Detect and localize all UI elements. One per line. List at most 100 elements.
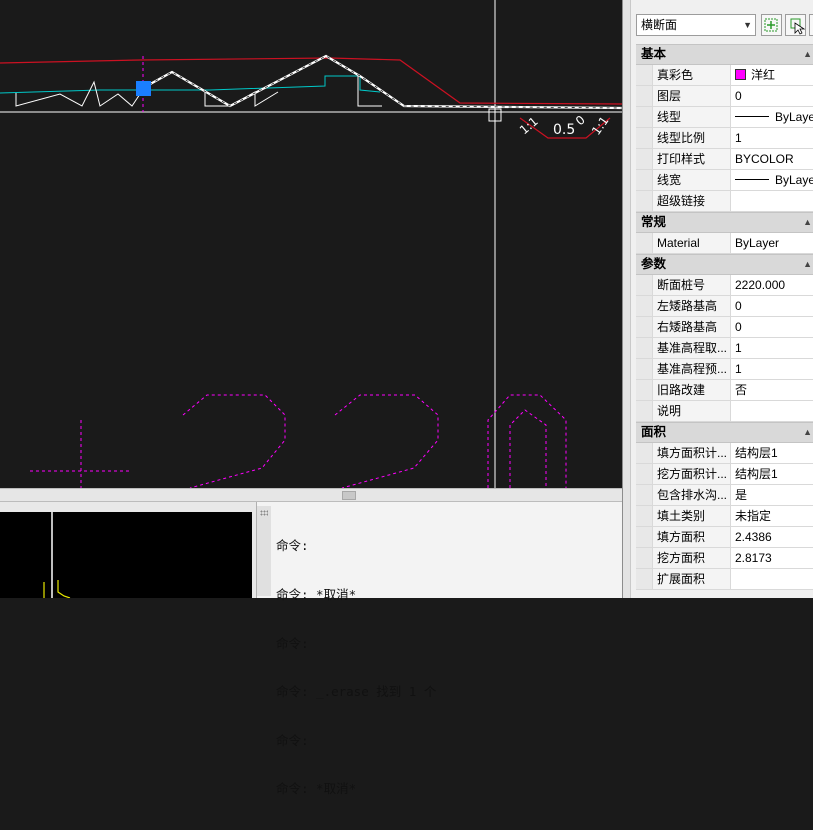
drawing-svg[interactable]: 1:1 0.5 0 1:1 2220 [0, 0, 622, 488]
property-row[interactable]: 超级链接 [636, 191, 813, 212]
property-row[interactable]: 线宽 ByLayer [636, 170, 813, 191]
slope-label-right: 1:1 [589, 114, 612, 138]
property-name: 基准高程取... [653, 338, 731, 358]
line-sample-icon [735, 179, 769, 180]
property-row[interactable]: 断面桩号 2220.000 [636, 275, 813, 296]
property-value[interactable]: 2.4386 [731, 527, 813, 547]
property-name: 挖方面积计... [653, 464, 731, 484]
mini-viewport[interactable] [0, 512, 252, 598]
command-line: 命令: [276, 732, 309, 748]
property-name: 图层 [653, 86, 731, 106]
property-value[interactable]: 结构层1 [731, 443, 813, 463]
property-value[interactable]: 2220.000 [731, 275, 813, 295]
property-value[interactable]: 2.8173 [731, 548, 813, 568]
collapse-icon[interactable]: ▲ [803, 255, 812, 274]
property-value[interactable]: 0 [731, 296, 813, 316]
property-value[interactable]: BYCOLOR [731, 149, 813, 169]
chevron-down-icon: ▼ [743, 20, 752, 30]
property-name: 填方面积计... [653, 443, 731, 463]
linetype-value: ByLayer [775, 110, 813, 124]
property-value[interactable]: 0 [731, 317, 813, 337]
section-basic[interactable]: 基本 ▲ [636, 44, 813, 65]
property-name: 填土类别 [653, 506, 731, 526]
big-digits-2220 [30, 394, 567, 488]
property-name: 说明 [653, 401, 731, 421]
property-name: Material [653, 233, 731, 253]
property-value-lineweight[interactable]: ByLayer [731, 170, 813, 190]
collapse-icon[interactable]: ▲ [803, 213, 812, 232]
section-parameters[interactable]: 参数 ▲ [636, 254, 813, 275]
splitter-grip[interactable] [342, 491, 356, 500]
section-title: 基本 [641, 47, 667, 61]
property-row[interactable]: 线型比例 1 [636, 128, 813, 149]
property-row[interactable]: Material ByLayer [636, 233, 813, 254]
property-value[interactable]: 是 [731, 485, 813, 505]
toggle-pickadd-button[interactable] [809, 14, 813, 36]
property-name: 线型 [653, 107, 731, 127]
property-name: 填方面积 [653, 527, 731, 547]
property-row[interactable]: 真彩色 洋红 [636, 65, 813, 86]
property-row[interactable]: 右矮路基高 0 [636, 317, 813, 338]
property-row[interactable]: 填土类别 未指定 [636, 506, 813, 527]
cyan-ground-line [0, 75, 381, 94]
property-row[interactable]: 左矮路基高 0 [636, 296, 813, 317]
splitter-bar[interactable] [0, 488, 622, 502]
property-grid: 基本▲ 真彩色洋红 图层0 线型ByLayer 线型比例1 打印样式BYCOLO… [636, 44, 813, 590]
property-name: 左矮路基高 [653, 296, 731, 316]
property-name: 线宽 [653, 170, 731, 190]
line-sample-icon [735, 116, 769, 117]
property-value[interactable]: 1 [731, 338, 813, 358]
property-row[interactable]: 填方面积计... 结构层1 [636, 443, 813, 464]
property-name: 基准高程预... [653, 359, 731, 379]
command-line: 命令: _.erase 找到 1 个 [276, 684, 437, 700]
property-row[interactable]: 包含排水沟... 是 [636, 485, 813, 506]
collapse-icon[interactable]: ▲ [803, 423, 812, 442]
property-value[interactable] [731, 569, 813, 589]
property-row[interactable]: 打印样式 BYCOLOR [636, 149, 813, 170]
object-type-value: 横断面 [641, 18, 678, 32]
select-objects-icon [790, 18, 806, 35]
mini-viewport-svg [43, 512, 71, 598]
property-value-color[interactable]: 洋红 [731, 65, 813, 85]
property-row[interactable]: 基准高程预... 1 [636, 359, 813, 380]
property-row[interactable]: 线型 ByLayer [636, 107, 813, 128]
command-history: 命令: 命令: *取消* 命令: 命令: _.erase 找到 1 个 命令: … [276, 506, 621, 830]
property-value[interactable]: 未指定 [731, 506, 813, 526]
property-row[interactable]: 扩展面积 [636, 569, 813, 590]
select-objects-button[interactable] [785, 14, 806, 36]
selected-polyline[interactable] [142, 54, 622, 110]
panel-edge-strip [623, 0, 631, 598]
command-grip[interactable] [257, 506, 271, 596]
property-row[interactable]: 填方面积 2.4386 [636, 527, 813, 548]
property-row[interactable]: 图层 0 [636, 86, 813, 107]
command-window[interactable]: 命令: 命令: *取消* 命令: 命令: _.erase 找到 1 个 命令: … [256, 502, 622, 796]
property-row[interactable]: 基准高程取... 1 [636, 338, 813, 359]
property-value[interactable] [731, 191, 813, 211]
properties-panel: 横断面 ▼ 基本▲ 真彩色洋红 图层0 线型ByLayer 线型比例1 打印样式… [622, 0, 813, 598]
property-name: 旧路改建 [653, 380, 731, 400]
property-value[interactable]: ByLayer [731, 233, 813, 253]
property-value[interactable]: 结构层1 [731, 464, 813, 484]
property-row[interactable]: 挖方面积计... 结构层1 [636, 464, 813, 485]
property-name: 右矮路基高 [653, 317, 731, 337]
property-row[interactable]: 旧路改建否 [636, 380, 813, 401]
property-value[interactable]: 1 [731, 359, 813, 379]
property-row[interactable]: 挖方面积 2.8173 [636, 548, 813, 569]
property-name: 线型比例 [653, 128, 731, 148]
property-value-linetype[interactable]: ByLayer [731, 107, 813, 127]
property-value[interactable]: 0 [731, 86, 813, 106]
selection-grip[interactable] [136, 81, 151, 96]
drawing-canvas[interactable]: 1:1 0.5 0 1:1 2220 [0, 0, 622, 488]
section-general[interactable]: 常规 ▲ [636, 212, 813, 233]
collapse-icon[interactable]: ▲ [803, 45, 812, 64]
quick-select-button[interactable] [761, 14, 782, 36]
object-type-dropdown[interactable]: 横断面 ▼ [636, 14, 756, 36]
mini-yellow-mark-2 [57, 580, 71, 598]
section-area[interactable]: 面积 ▲ [636, 422, 813, 443]
property-row[interactable]: 说明 [636, 401, 813, 422]
width-label: 0.5 [553, 122, 575, 138]
property-value[interactable]: 否 [731, 380, 813, 400]
property-value[interactable]: 1 [731, 128, 813, 148]
property-name: 挖方面积 [653, 548, 731, 568]
property-value[interactable] [731, 401, 813, 421]
